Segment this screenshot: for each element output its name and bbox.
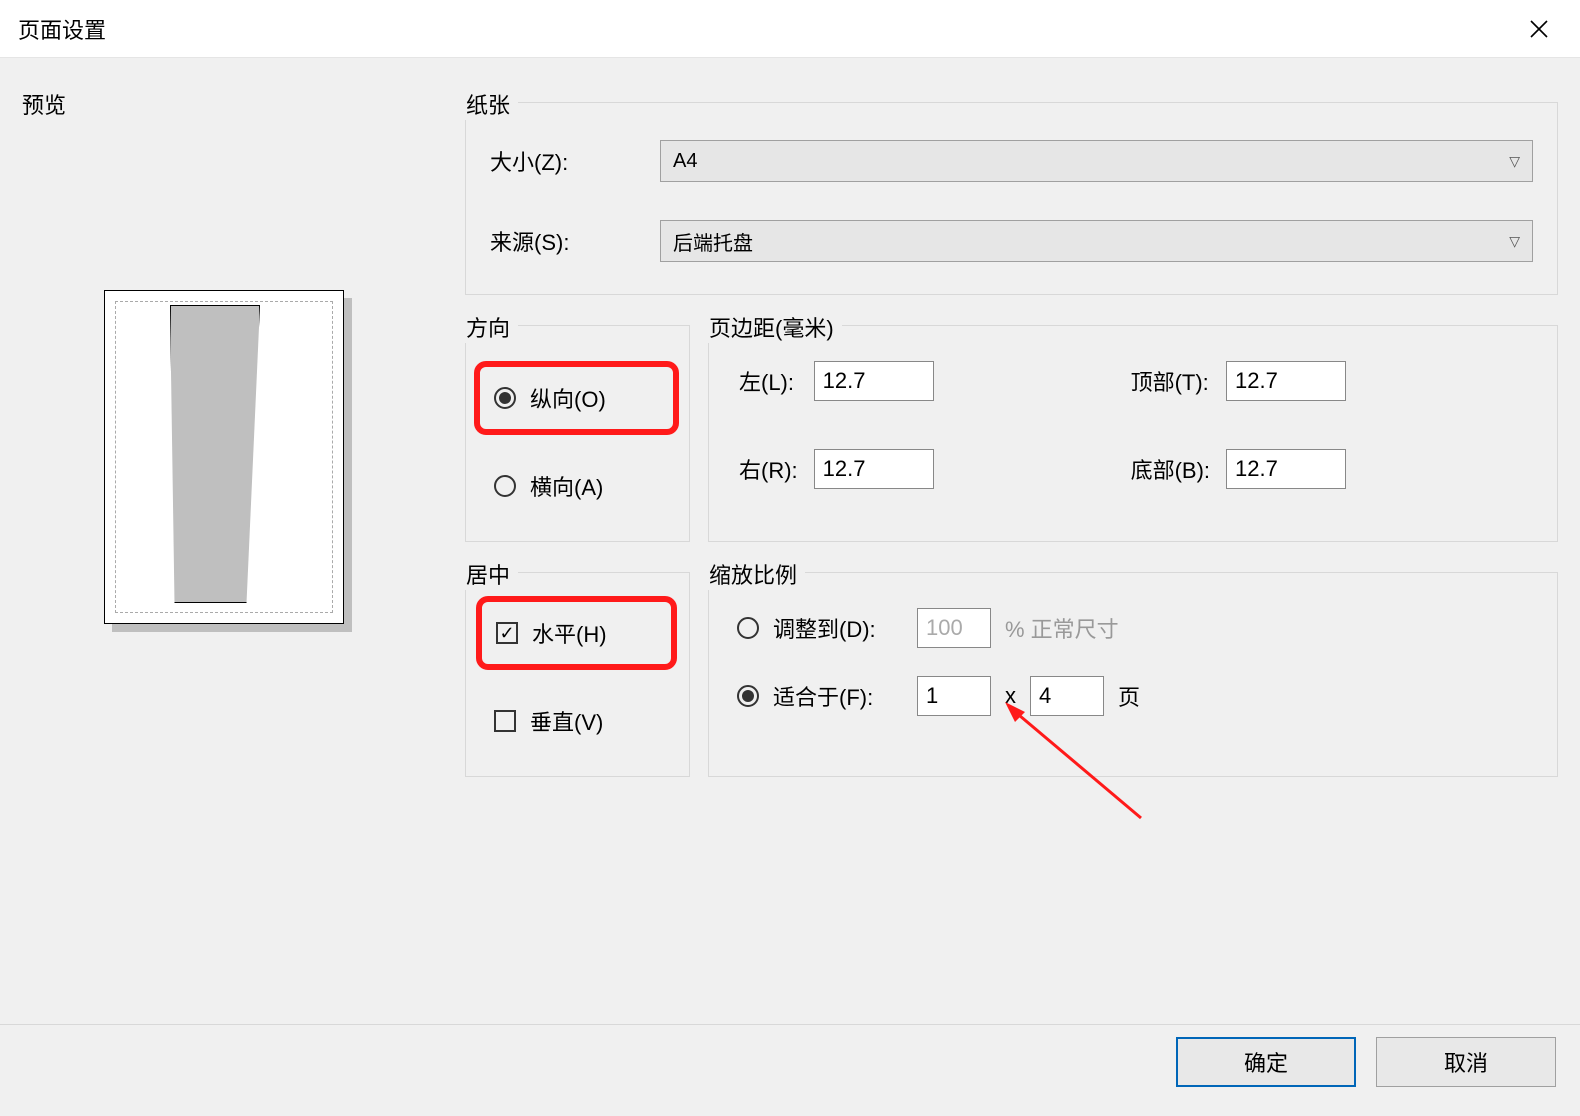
- annotation-highlight: 纵向(O): [474, 361, 679, 435]
- scale-adjust-input: [917, 608, 991, 648]
- chevron-down-icon: ▽: [1509, 233, 1520, 250]
- preview-label: 预览: [22, 88, 437, 120]
- paper-source-label: 来源(S):: [490, 225, 660, 257]
- margin-top-input[interactable]: [1226, 361, 1346, 401]
- scale-fit-height-input[interactable]: [1030, 676, 1104, 716]
- radio-icon: [737, 617, 759, 639]
- orientation-group-title: 方向: [462, 311, 518, 343]
- orientation-portrait-radio[interactable]: 纵向(O): [490, 369, 663, 427]
- paper-source-dropdown[interactable]: 后端托盘 ▽: [660, 220, 1533, 262]
- orientation-landscape-radio[interactable]: 横向(A): [490, 457, 665, 515]
- margin-right-label: 右(R):: [739, 453, 798, 485]
- checkbox-icon: [496, 622, 518, 644]
- checkbox-icon: [494, 710, 516, 732]
- print-preview: [104, 290, 344, 624]
- center-horizontal-checkbox[interactable]: 水平(H): [492, 604, 661, 662]
- paper-size-value: A4: [673, 150, 697, 173]
- scale-group: 缩放比例 调整到(D): % 正常尺寸 适合于(F): x 页: [708, 572, 1558, 777]
- margins-group-title: 页边距(毫米): [705, 311, 842, 343]
- margin-right-input[interactable]: [814, 449, 934, 489]
- margins-group: 页边距(毫米) 左(L): 顶部(T): 右(R): 底部(B):: [708, 325, 1558, 542]
- cancel-button[interactable]: 取消: [1376, 1037, 1556, 1087]
- margin-left-input[interactable]: [814, 361, 934, 401]
- close-icon: [1530, 20, 1548, 38]
- ok-button[interactable]: 确定: [1176, 1037, 1356, 1087]
- scale-adjust-radio[interactable]: 调整到(D): % 正常尺寸: [733, 594, 1533, 662]
- titlebar: 页面设置: [0, 0, 1580, 58]
- paper-source-value: 后端托盘: [673, 227, 753, 256]
- annotation-highlight: 水平(H): [476, 596, 677, 670]
- margin-left-label: 左(L):: [739, 365, 798, 397]
- scale-fit-x: x: [1005, 683, 1016, 709]
- chevron-down-icon: ▽: [1509, 153, 1520, 170]
- dialog-footer: 确定 取消: [0, 1024, 1580, 1116]
- orientation-group: 方向 纵向(O) 横向(A): [465, 325, 690, 542]
- scale-fit-width-input[interactable]: [917, 676, 991, 716]
- margin-top-label: 顶部(T):: [1131, 365, 1210, 397]
- center-group-title: 居中: [462, 558, 518, 590]
- close-button[interactable]: [1516, 6, 1562, 52]
- center-group: 居中 水平(H) 垂直(V): [465, 572, 690, 777]
- dialog-title: 页面设置: [18, 13, 106, 45]
- scale-adjust-suffix: % 正常尺寸: [1005, 612, 1119, 644]
- margin-bottom-label: 底部(B):: [1131, 453, 1210, 485]
- paper-size-dropdown[interactable]: A4 ▽: [660, 140, 1533, 182]
- scale-fit-radio[interactable]: 适合于(F): x 页: [733, 662, 1533, 730]
- radio-icon: [494, 387, 516, 409]
- scale-fit-suffix: 页: [1118, 680, 1140, 712]
- margin-bottom-input[interactable]: [1226, 449, 1346, 489]
- radio-icon: [737, 685, 759, 707]
- paper-group-title: 纸张: [462, 88, 518, 120]
- center-vertical-checkbox[interactable]: 垂直(V): [490, 692, 665, 750]
- paper-group: 纸张 大小(Z): A4 ▽ 来源(S): 后端托盘 ▽: [465, 102, 1558, 295]
- radio-icon: [494, 475, 516, 497]
- scale-group-title: 缩放比例: [705, 558, 805, 590]
- paper-size-label: 大小(Z):: [490, 145, 660, 177]
